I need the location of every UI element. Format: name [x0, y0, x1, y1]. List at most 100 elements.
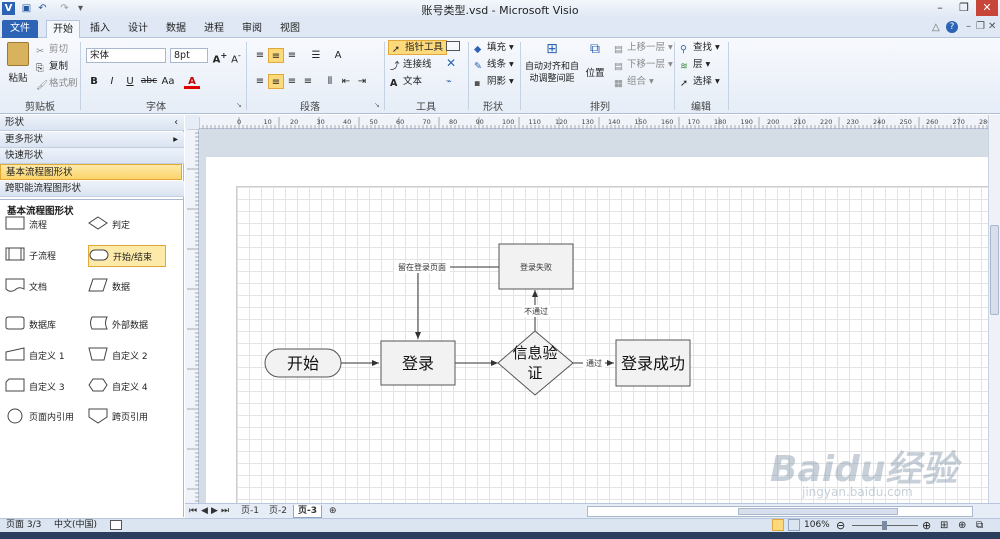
tab-review[interactable]: 审阅 — [236, 20, 268, 38]
restore-button[interactable]: ❐ — [952, 0, 976, 16]
doc-close-icon[interactable]: ✕ — [988, 21, 996, 32]
send-backward-button[interactable]: ▤ 下移一层 ▾ — [614, 58, 673, 72]
text-direction-button[interactable]: A — [330, 48, 346, 63]
basic-flowchart-stencil-item[interactable]: 基本流程图形状 — [0, 164, 182, 180]
paste-button[interactable]: 粘贴 — [4, 42, 32, 86]
stencil-decision[interactable]: 判定 — [88, 214, 164, 236]
position-button[interactable]: ⧉ 位置 — [584, 41, 606, 79]
verify-decision-shape[interactable] — [497, 330, 574, 396]
justify-button[interactable]: ≡ — [300, 74, 316, 89]
decrease-indent-button[interactable]: ⇤ — [338, 74, 354, 89]
more-shapes-item[interactable]: 更多形状 ▸ — [0, 132, 184, 148]
font-name-select[interactable]: 宋体 — [86, 48, 166, 63]
stencil-off-page-reference[interactable]: 跨页引用 — [88, 406, 164, 428]
normal-view-icon[interactable] — [772, 519, 784, 531]
align-center-button[interactable]: ≡ — [268, 74, 284, 89]
stencil-database[interactable]: 数据库 — [5, 314, 81, 336]
zoom-slider-thumb[interactable] — [882, 521, 887, 530]
cut-button[interactable]: ✂ 剪切 — [36, 43, 68, 57]
quick-shapes-item[interactable]: 快速形状 — [0, 148, 184, 164]
tab-process[interactable]: 进程 — [198, 20, 230, 38]
align-left-button[interactable]: ≡ — [252, 74, 268, 89]
stencil-data[interactable]: 数据 — [88, 276, 164, 298]
tab-file[interactable]: 文件 — [2, 20, 38, 38]
stencil-custom-3[interactable]: 自定义 3 — [5, 376, 81, 398]
switch-window-icon[interactable]: ⧉ — [976, 519, 983, 532]
group-button[interactable]: ▦ 组合 ▾ — [614, 75, 654, 89]
last-page-icon[interactable]: ⏭ — [217, 505, 233, 518]
stencil-subprocess[interactable]: 子流程 — [5, 245, 81, 267]
line-button[interactable]: ✎ 线条 ▾ — [474, 58, 514, 72]
close-button[interactable]: ✕ — [976, 0, 998, 16]
bring-forward-button[interactable]: ▤ 上移一层 ▾ — [614, 41, 673, 55]
fill-button[interactable]: ◆ 填充 ▾ — [474, 41, 514, 55]
increase-indent-button[interactable]: ⇥ — [354, 74, 370, 89]
fullscreen-view-icon[interactable] — [788, 519, 800, 531]
insert-page-icon[interactable]: ⊕ — [325, 505, 341, 518]
shrink-font-button[interactable]: A- — [228, 48, 244, 65]
connection-point-icon[interactable]: ✕ — [446, 57, 456, 70]
hscroll-thumb[interactable] — [738, 508, 898, 515]
auto-align-button[interactable]: ⊞ 自动对齐和自动调整间距 — [524, 41, 580, 85]
tab-home[interactable]: 开始 — [46, 20, 80, 38]
stencil-external-data[interactable]: 外部数据 — [88, 314, 164, 336]
font-size-select[interactable]: 8pt — [170, 48, 208, 63]
shadow-button[interactable]: ▪ 阴影 ▾ — [474, 75, 514, 89]
stencil-on-page-reference[interactable]: 页面内引用 — [5, 406, 81, 428]
tab-design[interactable]: 设计 — [122, 20, 154, 38]
copy-button[interactable]: ⎘ 复制 — [36, 60, 68, 74]
collapse-ribbon-icon[interactable]: △ — [932, 22, 940, 33]
pointer-tool-button[interactable]: ➚ 指针工具 — [388, 40, 448, 55]
pan-zoom-icon[interactable]: ⊕ — [958, 519, 966, 532]
change-case-button[interactable]: Aa — [160, 74, 176, 89]
tab-insert[interactable]: 插入 — [84, 20, 116, 38]
minimize-button[interactable]: – — [928, 0, 952, 16]
page-tab-3[interactable]: 页-3 — [293, 505, 322, 518]
rectangle-tool-icon[interactable] — [446, 41, 460, 51]
tab-data[interactable]: 数据 — [160, 20, 192, 38]
stencil-document[interactable]: 文档 — [5, 276, 81, 298]
help-icon[interactable]: ? — [946, 21, 958, 33]
doc-restore-icon[interactable]: ❐ — [976, 21, 985, 32]
layers-button[interactable]: ≋ 层 ▾ — [680, 58, 710, 72]
page-tab-2[interactable]: 页-2 — [265, 505, 291, 518]
dialog-launcher-icon[interactable]: ↘ — [374, 101, 380, 109]
page-indicator[interactable]: 页面 3/3 — [6, 519, 41, 532]
italic-button[interactable]: I — [104, 74, 120, 89]
vertical-scrollbar[interactable] — [988, 115, 1000, 503]
align-middle-button[interactable]: ≡ — [268, 48, 284, 63]
language-indicator[interactable]: 中文(中国) — [54, 519, 97, 532]
bullets-button[interactable]: ☰ — [308, 48, 324, 63]
page-tab-1[interactable]: 页-1 — [237, 505, 263, 518]
connector-tool-button[interactable]: ⤴ 连接线 — [390, 58, 432, 72]
stencil-custom-4[interactable]: 自定义 4 — [88, 376, 164, 398]
align-bottom-button[interactable]: ≡ — [284, 48, 300, 63]
cross-functional-stencil-item[interactable]: 跨职能流程图形状 — [0, 181, 184, 197]
stencil-custom-2[interactable]: 自定义 2 — [88, 345, 164, 367]
find-button[interactable]: ⚲ 查找 ▾ — [680, 41, 720, 55]
grow-font-button[interactable]: A+ — [212, 48, 228, 65]
text-tool-button[interactable]: A 文本 — [390, 75, 422, 89]
select-button[interactable]: ➚ 选择 ▾ — [680, 75, 720, 89]
macro-icon[interactable] — [110, 520, 122, 530]
collapse-panel-icon[interactable]: ‹ — [174, 115, 178, 131]
scroll-thumb[interactable] — [990, 225, 999, 315]
zoom-in-icon[interactable]: ⊕ — [922, 519, 931, 532]
stencil-start-end[interactable]: 开始/结束 — [88, 245, 166, 267]
align-top-button[interactable]: ≡ — [252, 48, 268, 63]
tab-view[interactable]: 视图 — [274, 20, 306, 38]
fit-page-icon[interactable]: ⊞ — [940, 519, 948, 532]
horizontal-scrollbar[interactable] — [587, 506, 973, 517]
format-painter-button[interactable]: 🖌格式刷 — [36, 77, 78, 91]
distribute-button[interactable]: ⫴ — [322, 74, 338, 89]
zoom-out-icon[interactable]: ⊖ — [836, 519, 845, 532]
stencil-custom-1[interactable]: 自定义 1 — [5, 345, 81, 367]
text-block-icon[interactable]: ⌁ — [446, 75, 452, 88]
underline-button[interactable]: U — [122, 74, 138, 89]
zoom-level[interactable]: 106% — [804, 519, 830, 532]
bold-button[interactable]: B — [86, 74, 102, 89]
align-right-button[interactable]: ≡ — [284, 74, 300, 89]
stencil-process[interactable]: 流程 — [5, 214, 81, 236]
font-color-button[interactable]: A — [184, 74, 200, 89]
connector-fail-login[interactable] — [415, 266, 499, 339]
